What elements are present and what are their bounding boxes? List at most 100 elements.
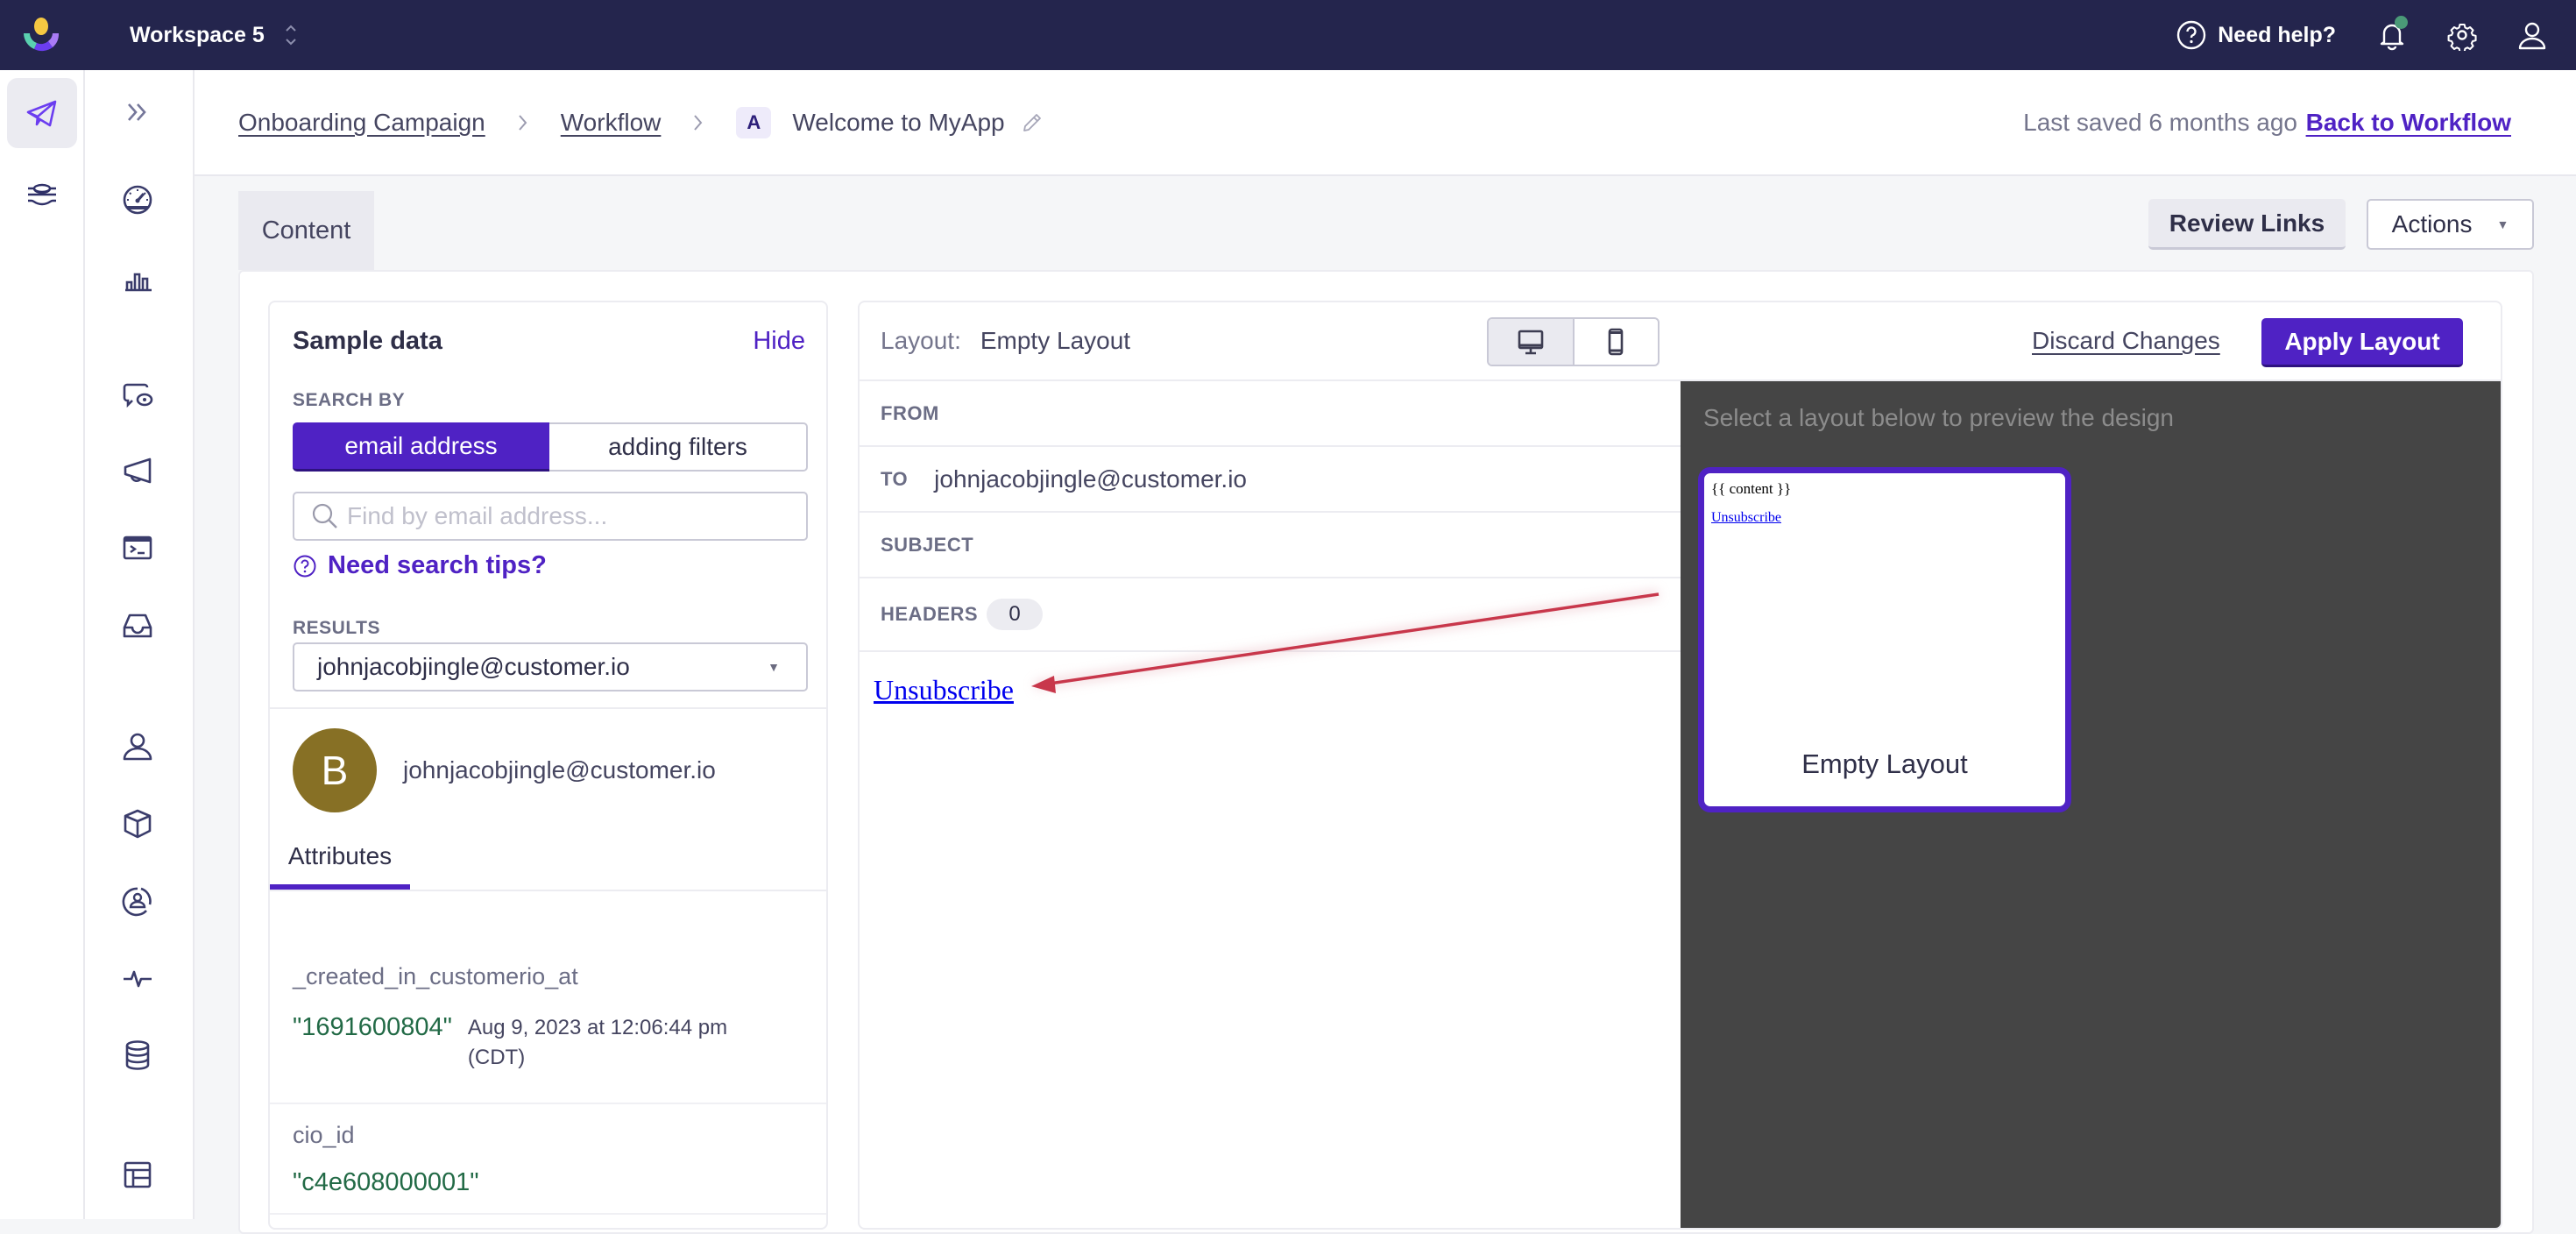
question-circle-icon xyxy=(2176,19,2207,51)
discard-changes-link[interactable]: Discard Changes xyxy=(2032,302,2220,379)
chevron-right-icon xyxy=(690,110,706,135)
desktop-view-button[interactable] xyxy=(1489,319,1575,365)
apply-layout-button[interactable]: Apply Layout xyxy=(2261,318,2463,367)
search-tips-label: Need search tips? xyxy=(328,551,547,579)
nav-analytics[interactable] xyxy=(103,250,173,306)
terminal-icon xyxy=(120,530,155,565)
user-profile-icon[interactable] xyxy=(2516,19,2548,51)
person-icon xyxy=(120,729,155,764)
tab-content[interactable]: Content xyxy=(238,191,374,270)
desktop-monitor-icon xyxy=(1515,326,1546,358)
attribute-formatted-date: Aug 9, 2023 at 12:06:44 pm xyxy=(467,1016,728,1039)
mobile-phone-icon xyxy=(1600,326,1631,358)
expand-sidebar-button[interactable] xyxy=(103,84,173,140)
nav-in-app-messages[interactable] xyxy=(103,366,173,422)
headers-label: HEADERS xyxy=(881,603,979,625)
primary-nav-rail xyxy=(0,70,85,1219)
subject-label: SUBJECT xyxy=(881,533,974,556)
nav-data[interactable] xyxy=(103,1027,173,1083)
avatar: B xyxy=(293,728,377,812)
results-selected-value: johnjacobjingle@customer.io xyxy=(317,653,630,680)
layout-preview-area: Select a layout below to preview the des… xyxy=(1681,381,2501,1228)
layout-card-empty[interactable]: {{ content }} Unsubscribe Empty Layout xyxy=(1698,467,2071,812)
preview-hint: Select a layout below to preview the des… xyxy=(1703,404,2174,431)
attribute-value: "c4e608000001" xyxy=(293,1168,479,1196)
database-icon xyxy=(120,1038,155,1073)
search-tips-link[interactable]: Need search tips? xyxy=(293,551,547,580)
layout-name: Empty Layout xyxy=(1801,748,1968,779)
search-mode-filters[interactable]: adding filters xyxy=(549,422,808,472)
device-toggle xyxy=(1487,317,1660,366)
inbox-icon xyxy=(120,608,155,643)
email-search-field xyxy=(293,492,808,541)
search-mode-email[interactable]: email address xyxy=(293,422,549,472)
nav-segments[interactable] xyxy=(103,873,173,929)
table-icon xyxy=(120,1157,155,1192)
attribute-row: _created_in_customerio_at "1691600804" A… xyxy=(270,891,826,1104)
nav-transactional[interactable] xyxy=(103,520,173,576)
notifications-bell-icon[interactable] xyxy=(2376,16,2408,51)
megaphone-icon xyxy=(120,453,155,488)
attribute-timezone: (CDT) xyxy=(467,1046,526,1069)
search-mode-toggle: email address adding filters xyxy=(293,422,808,472)
nav-activity[interactable] xyxy=(103,951,173,1007)
hide-sample-data-link[interactable]: Hide xyxy=(753,327,805,356)
headers-field-row[interactable]: HEADERS 0 xyxy=(860,578,1681,652)
breadcrumb-workflow[interactable]: Workflow xyxy=(561,109,662,137)
annotation-arrow-head xyxy=(1031,676,1056,693)
back-to-workflow-link[interactable]: Back to Workflow xyxy=(2306,70,2511,175)
profile-email: johnjacobjingle@customer.io xyxy=(403,756,716,784)
question-circle-icon xyxy=(293,554,317,578)
email-editor-panel: Layout: Empty Layout Discard Changes App… xyxy=(858,301,2502,1230)
to-field-row[interactable]: TO johnjacobjingle@customer.io xyxy=(860,447,1681,513)
tab-attributes[interactable]: Attributes xyxy=(270,828,410,890)
nav-people[interactable] xyxy=(103,719,173,775)
subject-field-row[interactable]: SUBJECT xyxy=(860,513,1681,578)
attribute-name: _created_in_customerio_at xyxy=(293,963,578,989)
unsubscribe-link[interactable]: Unsubscribe xyxy=(874,674,1014,706)
caret-down-icon: ▼ xyxy=(2496,217,2509,231)
nav-broadcasts[interactable] xyxy=(103,443,173,499)
paper-plane-icon xyxy=(25,96,60,131)
search-icon xyxy=(310,501,340,531)
layout-value: Empty Layout xyxy=(980,327,1131,354)
email-search-input[interactable] xyxy=(347,502,803,530)
workspace-name: Workspace 5 xyxy=(130,22,265,47)
sample-data-panel: Sample data Hide SEARCH BY email address… xyxy=(268,301,828,1230)
to-label: TO xyxy=(881,467,909,490)
expand-chevrons-icon xyxy=(120,95,155,130)
nav-messaging[interactable] xyxy=(7,78,77,148)
review-links-button[interactable]: Review Links xyxy=(2148,199,2346,250)
from-field-row[interactable]: FROM xyxy=(860,381,1681,447)
search-by-label: SEARCH BY xyxy=(293,390,406,410)
need-help-button[interactable]: Need help? xyxy=(2176,19,2336,51)
message-title: Welcome to MyApp xyxy=(792,109,1005,136)
settings-gear-icon[interactable] xyxy=(2446,19,2478,51)
nav-inbox[interactable] xyxy=(103,598,173,654)
nav-data-pipelines[interactable] xyxy=(7,160,77,230)
last-saved-status: Last saved 6 months ago xyxy=(2023,109,2297,136)
bar-chart-icon xyxy=(120,260,155,295)
layout-toolbar: Layout: Empty Layout Discard Changes App… xyxy=(860,302,2501,381)
attributes-list: _created_in_customerio_at "1691600804" A… xyxy=(270,891,826,1215)
need-help-label: Need help? xyxy=(2218,22,2336,47)
results-select[interactable]: johnjacobjingle@customer.io ▼ xyxy=(293,642,808,691)
chevron-right-icon xyxy=(515,110,531,135)
actions-dropdown-button[interactable]: Actions ▼ xyxy=(2367,199,2534,250)
breadcrumb-campaign[interactable]: Onboarding Campaign xyxy=(238,109,485,137)
nav-tables[interactable] xyxy=(103,1146,173,1202)
nav-objects[interactable] xyxy=(103,796,173,852)
layout-content-placeholder: {{ content }} xyxy=(1711,480,1792,497)
divider xyxy=(270,707,826,709)
mobile-view-button[interactable] xyxy=(1575,319,1659,365)
customerio-logo-icon[interactable] xyxy=(19,14,63,56)
attribute-row: cio_id "c4e608000001" xyxy=(270,1104,826,1215)
from-label: FROM xyxy=(881,401,939,424)
nav-dashboard[interactable] xyxy=(103,171,173,227)
edit-pencil-icon[interactable] xyxy=(1021,111,1044,134)
attribute-name: cio_id xyxy=(293,1122,355,1148)
cube-icon xyxy=(120,806,155,841)
attribute-value: "1691600804" xyxy=(293,1013,452,1041)
layout-unsubscribe-link: Unsubscribe xyxy=(1711,510,1781,525)
workspace-switcher[interactable]: Workspace 5 xyxy=(130,0,298,70)
